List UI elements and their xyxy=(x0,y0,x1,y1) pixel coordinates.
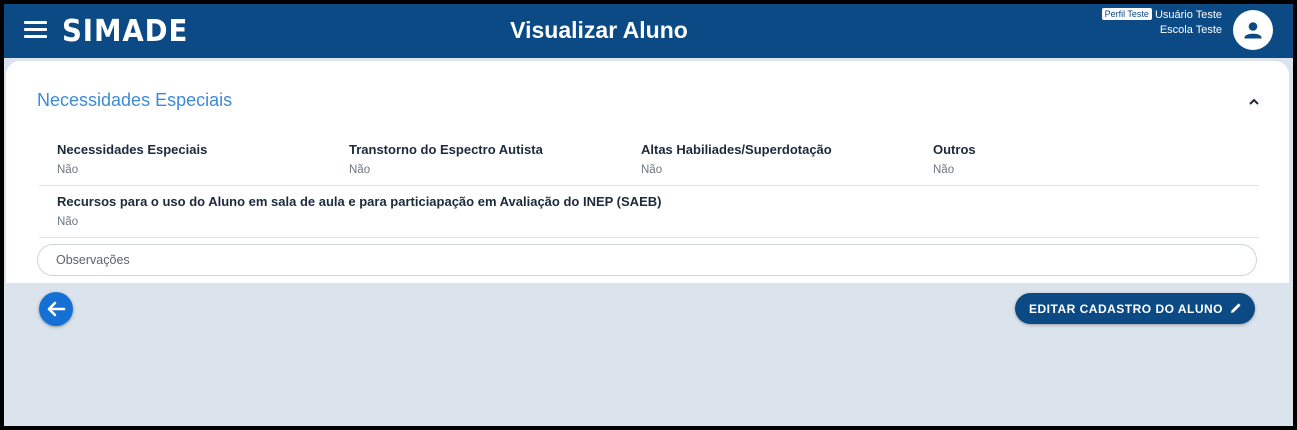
field-outros: Outros Não xyxy=(933,142,976,176)
back-button[interactable] xyxy=(39,292,73,326)
divider xyxy=(39,237,1259,238)
profile-badge: Perfil Teste xyxy=(1101,8,1152,20)
field-label: Altas Habiliades/Superdotação xyxy=(641,142,832,157)
edit-button-label: EDITAR CADASTRO DO ALUNO xyxy=(1029,302,1223,316)
field-label: Outros xyxy=(933,142,976,157)
divider xyxy=(39,185,1259,186)
arrow-left-icon xyxy=(47,301,66,317)
field-label: Recursos para o uso do Aluno em sala de … xyxy=(57,194,662,209)
school-name: Escola Teste xyxy=(1159,24,1222,36)
field-recursos-saeb: Recursos para o uso do Aluno em sala de … xyxy=(57,194,661,228)
field-value: Não xyxy=(57,164,79,176)
field-value: Não xyxy=(933,164,955,176)
field-label: Necessidades Especiais xyxy=(57,142,208,157)
field-label: Transtorno do Espectro Autista xyxy=(349,142,543,157)
special-needs-card: Necessidades Especiais Necessidades Espe… xyxy=(6,61,1289,283)
edit-student-button[interactable]: EDITAR CADASTRO DO ALUNO xyxy=(1015,293,1255,324)
user-info: Perfil Teste Usuário Teste Escola Teste xyxy=(1101,8,1222,38)
field-value: Não xyxy=(349,164,371,176)
field-necessidades-especiais: Necessidades Especiais Não xyxy=(57,142,207,176)
section-title: Necessidades Especiais xyxy=(37,90,233,110)
app-window: SIMADE Visualizar Aluno Perfil Teste Usuá… xyxy=(4,4,1293,426)
field-value: Não xyxy=(641,164,663,176)
user-icon xyxy=(1244,22,1262,39)
user-name: Usuário Teste xyxy=(1154,9,1222,21)
field-altas-habilidades: Altas Habiliades/Superdotação Não xyxy=(641,142,832,176)
field-value: Não xyxy=(57,216,79,228)
field-transtorno-autista: Transtorno do Espectro Autista Não xyxy=(349,142,543,176)
observacoes-input[interactable] xyxy=(37,244,1257,276)
top-bar: SIMADE Visualizar Aluno Perfil Teste Usuá… xyxy=(4,4,1293,58)
avatar[interactable] xyxy=(1233,10,1273,50)
page-title: Visualizar Aluno xyxy=(510,17,688,43)
chevron-up-icon[interactable] xyxy=(1247,95,1261,109)
pencil-icon xyxy=(1231,303,1241,313)
